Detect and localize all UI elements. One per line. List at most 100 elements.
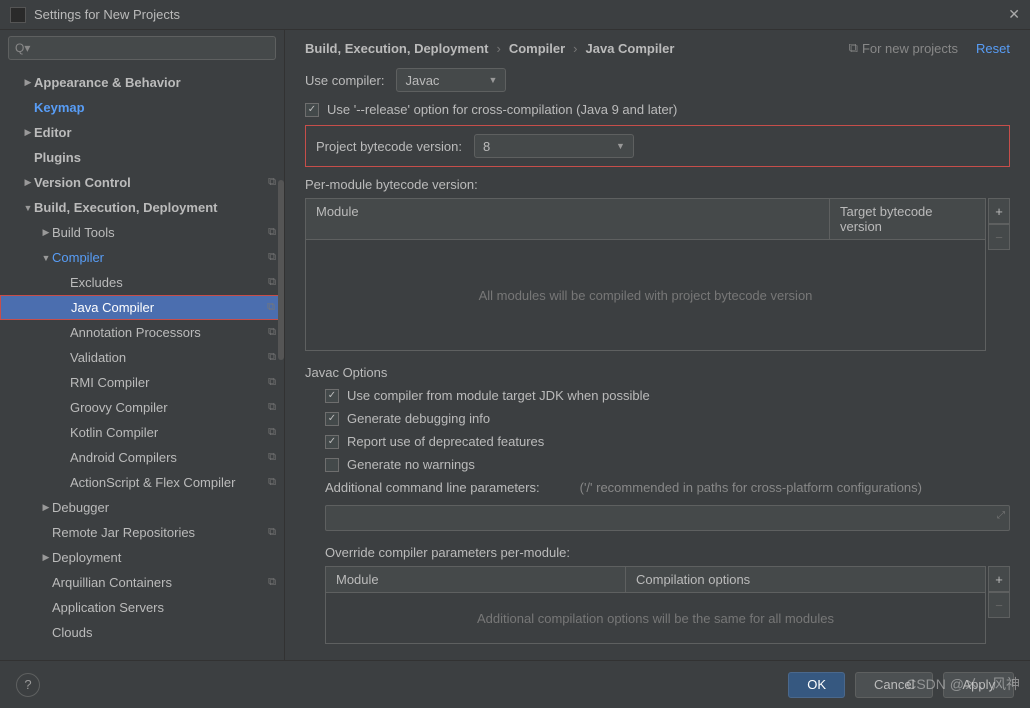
tree-item-label: RMI Compiler xyxy=(70,375,268,390)
add-row-button[interactable]: + xyxy=(988,566,1010,592)
search-icon: Q▾ xyxy=(15,41,30,55)
chevron-down-icon: ▼ xyxy=(22,203,34,213)
tree-item-label: Annotation Processors xyxy=(70,325,268,340)
tree-item-label: Version Control xyxy=(34,175,268,190)
tree-item-label: Deployment xyxy=(52,550,276,565)
app-icon xyxy=(10,7,26,23)
release-option-label: Use '--release' option for cross-compila… xyxy=(327,102,677,117)
tree-item-clouds[interactable]: Clouds xyxy=(0,620,284,645)
tree-item-deployment[interactable]: ▶Deployment xyxy=(0,545,284,570)
tree-item-label: Validation xyxy=(70,350,268,365)
chevron-right-icon: › xyxy=(496,41,500,56)
table-col-module: Module xyxy=(326,567,626,592)
tree-item-build-tools[interactable]: ▶Build Tools⧉ xyxy=(0,220,284,245)
tree-item-build-execution-deployment[interactable]: ▼Build, Execution, Deployment xyxy=(0,195,284,220)
tree-item-actionscript-flex-compiler[interactable]: ActionScript & Flex Compiler⧉ xyxy=(0,470,284,495)
copy-icon: ⧉ xyxy=(268,526,276,539)
copy-icon: ⧉ xyxy=(268,401,276,414)
tree-item-validation[interactable]: Validation⧉ xyxy=(0,345,284,370)
chevron-right-icon: ▶ xyxy=(22,77,34,88)
tree-item-label: Keymap xyxy=(34,100,276,115)
expand-icon[interactable]: ⤢ xyxy=(997,510,1005,521)
tree-item-label: Appearance & Behavior xyxy=(34,75,276,90)
tree-item-label: Debugger xyxy=(52,500,276,515)
copy-icon: ⧉ xyxy=(268,376,276,389)
help-button[interactable]: ? xyxy=(16,673,40,697)
chevron-down-icon: ▼ xyxy=(489,75,498,85)
copy-icon: ⧉ xyxy=(268,351,276,364)
apply-button[interactable]: Apply xyxy=(943,672,1014,698)
close-icon[interactable]: ✕ xyxy=(1008,6,1020,23)
release-option-checkbox[interactable] xyxy=(305,103,319,117)
table-col-options: Compilation options xyxy=(626,567,985,592)
tree-item-label: Groovy Compiler xyxy=(70,400,268,415)
tree-item-annotation-processors[interactable]: Annotation Processors⧉ xyxy=(0,320,284,345)
bytecode-highlight: Project bytecode version: 8 ▼ xyxy=(305,125,1010,167)
copy-icon: ⧉ xyxy=(268,426,276,439)
per-module-table: Module Target bytecode version All modul… xyxy=(305,198,986,351)
tree-item-groovy-compiler[interactable]: Groovy Compiler⧉ xyxy=(0,395,284,420)
copy-icon: ⧉ xyxy=(268,576,276,589)
project-bytecode-label: Project bytecode version: xyxy=(316,139,462,154)
tree-item-label: Plugins xyxy=(34,150,276,165)
project-bytecode-dropdown[interactable]: 8 ▼ xyxy=(474,134,634,158)
breadcrumb-part: Java Compiler xyxy=(586,41,675,56)
tree-item-version-control[interactable]: ▶Version Control⧉ xyxy=(0,170,284,195)
tree-item-remote-jar-repositories[interactable]: Remote Jar Repositories⧉ xyxy=(0,520,284,545)
chevron-right-icon: ▶ xyxy=(22,127,34,138)
tree-item-keymap[interactable]: Keymap xyxy=(0,95,284,120)
copy-icon: ⧉ xyxy=(268,226,276,239)
remove-row-button[interactable]: − xyxy=(988,224,1010,250)
breadcrumb: Build, Execution, Deployment › Compiler … xyxy=(305,41,849,56)
tree-item-label: ActionScript & Flex Compiler xyxy=(70,475,268,490)
tree-item-application-servers[interactable]: Application Servers xyxy=(0,595,284,620)
tree-item-kotlin-compiler[interactable]: Kotlin Compiler⧉ xyxy=(0,420,284,445)
breadcrumb-part: Compiler xyxy=(509,41,565,56)
reset-link[interactable]: Reset xyxy=(976,41,1010,56)
ok-button[interactable]: OK xyxy=(788,672,845,698)
use-compiler-dropdown[interactable]: Javac ▼ xyxy=(396,68,506,92)
settings-tree: ▶Appearance & BehaviorKeymap▶EditorPlugi… xyxy=(0,66,284,660)
tree-item-java-compiler[interactable]: Java Compiler⧉ xyxy=(0,295,284,320)
chevron-right-icon: ▶ xyxy=(40,552,52,563)
tree-item-compiler[interactable]: ▼Compiler⧉ xyxy=(0,245,284,270)
tree-item-label: Editor xyxy=(34,125,276,140)
tree-item-arquillian-containers[interactable]: Arquillian Containers⧉ xyxy=(0,570,284,595)
sidebar: Q▾ ▶Appearance & BehaviorKeymap▶EditorPl… xyxy=(0,30,285,660)
opt-no-warnings-checkbox[interactable] xyxy=(325,458,339,472)
opt-debug-info-checkbox[interactable] xyxy=(325,412,339,426)
remove-row-button[interactable]: − xyxy=(988,592,1010,618)
tree-item-label: Excludes xyxy=(70,275,268,290)
window-title: Settings for New Projects xyxy=(34,7,1008,22)
tree-item-debugger[interactable]: ▶Debugger xyxy=(0,495,284,520)
scrollbar[interactable] xyxy=(278,180,284,360)
chevron-right-icon: ▶ xyxy=(22,177,34,188)
add-row-button[interactable]: + xyxy=(988,198,1010,224)
tree-item-label: Clouds xyxy=(52,625,276,640)
javac-options-title: Javac Options xyxy=(305,365,1010,380)
tree-item-label: Arquillian Containers xyxy=(52,575,268,590)
chevron-down-icon: ▼ xyxy=(616,141,625,151)
opt-deprecated-checkbox[interactable] xyxy=(325,435,339,449)
search-input[interactable]: Q▾ xyxy=(8,36,276,60)
table-empty-message: Additional compilation options will be t… xyxy=(326,593,985,643)
additional-params-label: Additional command line parameters: xyxy=(325,480,540,495)
tree-item-label: Build, Execution, Deployment xyxy=(34,200,276,215)
tree-item-label: Java Compiler xyxy=(71,300,267,315)
additional-params-input[interactable]: ⤢ xyxy=(325,505,1010,531)
cancel-button[interactable]: Cancel xyxy=(855,672,933,698)
chevron-right-icon: › xyxy=(573,41,577,56)
copy-icon: ⧉ xyxy=(849,40,858,56)
tree-item-appearance-behavior[interactable]: ▶Appearance & Behavior xyxy=(0,70,284,95)
opt-use-module-jdk-checkbox[interactable] xyxy=(325,389,339,403)
table-empty-message: All modules will be compiled with projec… xyxy=(306,240,985,350)
chevron-right-icon: ▶ xyxy=(40,227,52,238)
tree-item-label: Application Servers xyxy=(52,600,276,615)
tree-item-android-compilers[interactable]: Android Compilers⧉ xyxy=(0,445,284,470)
tree-item-editor[interactable]: ▶Editor xyxy=(0,120,284,145)
tree-item-rmi-compiler[interactable]: RMI Compiler⧉ xyxy=(0,370,284,395)
tree-item-excludes[interactable]: Excludes⧉ xyxy=(0,270,284,295)
titlebar: Settings for New Projects ✕ xyxy=(0,0,1030,30)
tree-item-plugins[interactable]: Plugins xyxy=(0,145,284,170)
for-new-projects-label: ⧉ For new projects xyxy=(849,40,958,56)
